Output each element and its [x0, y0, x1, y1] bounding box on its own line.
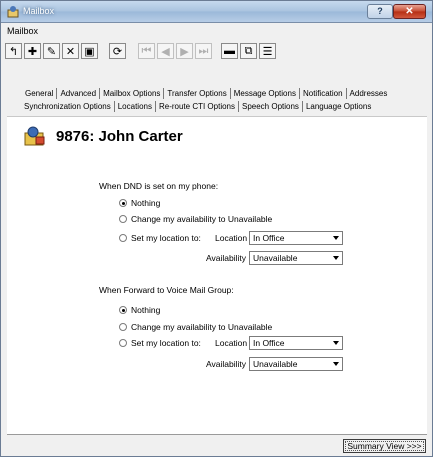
- dnd-availability-select[interactable]: Unavailable: [249, 251, 343, 265]
- chevron-down-icon: [333, 236, 339, 240]
- delete-button[interactable]: ✕: [62, 43, 79, 59]
- tab-general[interactable]: General: [22, 88, 58, 99]
- prev-icon: ◀: [161, 45, 170, 58]
- chevron-down-icon: [333, 362, 339, 366]
- dnd-heading: When DND is set on my phone:: [99, 181, 219, 191]
- forward-availability-select[interactable]: Unavailable: [249, 357, 343, 371]
- window-title: Mailbox: [23, 6, 55, 16]
- next-icon: ▶: [180, 45, 189, 58]
- tab-reroute-cti-options[interactable]: Re-route CTI Options: [156, 101, 239, 112]
- list-button[interactable]: ☰: [259, 43, 276, 59]
- mailbox-app-icon: [7, 6, 19, 18]
- forward-set-location-radio[interactable]: [119, 339, 127, 347]
- tab-advanced[interactable]: Advanced: [57, 88, 101, 99]
- menu-bar: Mailbox: [1, 24, 432, 40]
- footer-divider: [7, 434, 427, 435]
- close-icon: ✕: [405, 6, 414, 17]
- forward-location-value: In Office: [253, 338, 285, 348]
- tab-mailbox-options[interactable]: Mailbox Options: [100, 88, 165, 99]
- forward-location-select[interactable]: In Office: [249, 336, 343, 350]
- dnd-location-value: In Office: [253, 233, 285, 243]
- copy-button[interactable]: ⧉: [240, 43, 257, 59]
- forward-heading: When Forward to Voice Mail Group:: [99, 285, 234, 295]
- close-button[interactable]: ✕: [393, 4, 426, 19]
- forward-change-availability-label: Change my availability to Unavailable: [131, 322, 273, 332]
- first-record-button[interactable]: ⏮: [138, 43, 155, 59]
- dnd-nothing-radio[interactable]: [119, 199, 127, 207]
- forward-set-location-label: Set my location to:: [131, 338, 201, 348]
- menu-mailbox[interactable]: Mailbox: [7, 26, 38, 36]
- list-icon: ☰: [262, 45, 273, 58]
- tab-message-options[interactable]: Message Options: [231, 88, 300, 99]
- copy-icon: ⧉: [244, 44, 253, 57]
- question-icon: ?: [377, 6, 383, 16]
- add-button[interactable]: ✚: [24, 43, 41, 59]
- title-bar[interactable]: Mailbox ? ✕: [1, 1, 432, 23]
- forward-location-label: Location: [215, 338, 248, 348]
- content-panel: [7, 116, 427, 434]
- tab-synchronization-options[interactable]: Synchronization Options: [21, 101, 115, 112]
- mailbox-window: Mailbox ? ✕ Mailbox ↰ ✚ ✎ ✕ ▣ ⟳ ⏮ ◀ ▶ ⏭ …: [0, 0, 433, 457]
- user-mailbox-icon: [24, 126, 45, 146]
- dnd-availability-label: Availability: [206, 253, 247, 263]
- tab-row-1: General Advanced Mailbox Options Transfer O…: [22, 88, 390, 101]
- page-title: 9876: John Carter: [56, 128, 183, 145]
- forward-change-availability-radio[interactable]: [119, 323, 127, 331]
- dnd-set-location-radio[interactable]: [119, 234, 127, 242]
- first-icon: ⏮: [141, 44, 152, 57]
- refresh-button[interactable]: ⟳: [109, 43, 126, 59]
- tab-locations[interactable]: Locations: [115, 101, 156, 112]
- dnd-location-label: Location: [215, 233, 248, 243]
- add-icon: ✚: [27, 45, 38, 58]
- delete-icon: ✕: [65, 45, 76, 58]
- folder-button[interactable]: ▬: [221, 43, 238, 59]
- edit-icon: ✎: [46, 45, 57, 58]
- forward-availability-value: Unavailable: [253, 359, 298, 369]
- refresh-icon: ⟳: [112, 45, 123, 58]
- tab-speech-options[interactable]: Speech Options: [239, 101, 303, 112]
- forward-nothing-radio[interactable]: [119, 306, 127, 314]
- dnd-change-availability-radio[interactable]: [119, 215, 127, 223]
- dnd-change-availability-label: Change my availability to Unavailable: [131, 214, 273, 224]
- folder-icon: ▬: [224, 45, 235, 57]
- save-button[interactable]: ▣: [81, 43, 98, 59]
- forward-availability-label: Availability: [206, 359, 247, 369]
- forward-nothing-label: Nothing: [131, 305, 161, 315]
- chevron-down-icon: [333, 341, 339, 345]
- dnd-location-select[interactable]: In Office: [249, 231, 343, 245]
- prev-record-button[interactable]: ◀: [157, 43, 174, 59]
- dnd-set-location-label: Set my location to:: [131, 233, 201, 243]
- last-icon: ⏭: [198, 44, 209, 57]
- edit-button[interactable]: ✎: [43, 43, 60, 59]
- last-record-button[interactable]: ⏭: [195, 43, 212, 59]
- back-icon: ↰: [8, 45, 19, 58]
- save-icon: ▣: [84, 45, 95, 58]
- tab-notification[interactable]: Notification: [300, 88, 347, 99]
- help-button[interactable]: ?: [367, 4, 393, 19]
- dnd-availability-value: Unavailable: [253, 253, 298, 263]
- summary-view-button[interactable]: Summary View >>>: [343, 439, 426, 453]
- back-button[interactable]: ↰: [5, 43, 22, 59]
- chevron-down-icon: [333, 256, 339, 260]
- next-record-button[interactable]: ▶: [176, 43, 193, 59]
- tab-addresses[interactable]: Addresses: [347, 88, 391, 99]
- tab-language-options[interactable]: Language Options: [303, 101, 374, 112]
- tab-row-2: Synchronization Options Locations Re-route…: [21, 101, 374, 114]
- dnd-nothing-label: Nothing: [131, 198, 161, 208]
- tab-transfer-options[interactable]: Transfer Options: [164, 88, 231, 99]
- toolbar: ↰ ✚ ✎ ✕ ▣ ⟳ ⏮ ◀ ▶ ⏭ ▬ ⧉ ☰: [1, 41, 432, 83]
